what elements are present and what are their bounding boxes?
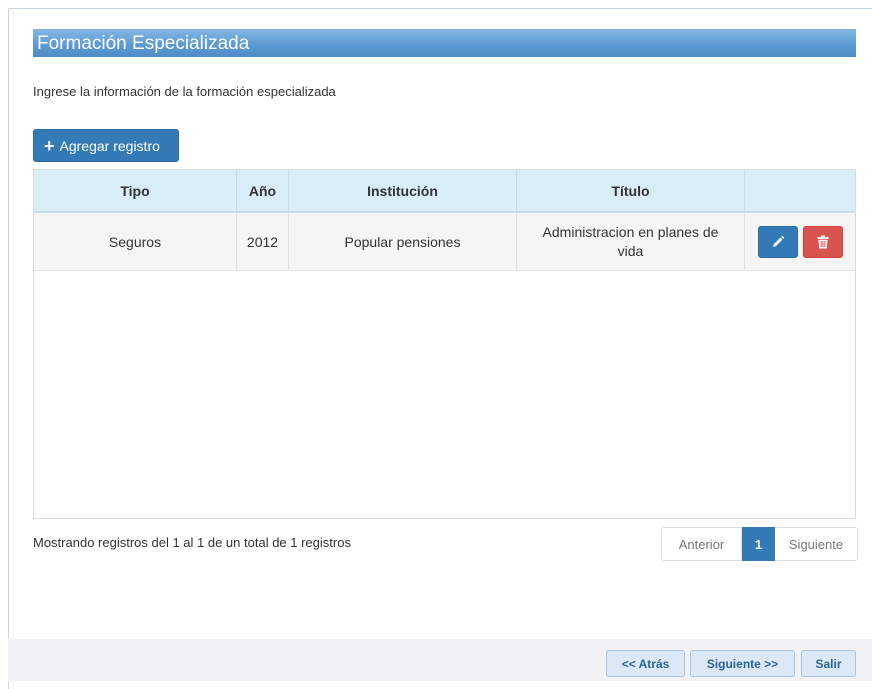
- back-button[interactable]: << Atrás: [606, 650, 685, 677]
- pagination-page-1[interactable]: 1: [742, 527, 775, 561]
- table-row: Seguros 2012 Popular pensiones Administr…: [34, 212, 855, 271]
- pagination-info: Mostrando registros del 1 al 1 de un tot…: [33, 535, 351, 550]
- pagination: Anterior 1 Siguiente: [661, 527, 858, 561]
- pencil-icon: [772, 235, 784, 247]
- cell-actions: [744, 212, 855, 271]
- header-institucion[interactable]: Institución: [288, 170, 517, 213]
- add-record-button[interactable]: + Agregar registro: [33, 129, 179, 162]
- add-record-label: Agregar registro: [59, 137, 160, 154]
- header-titulo[interactable]: Título: [516, 170, 745, 213]
- next-button[interactable]: Siguiente >>: [690, 650, 795, 677]
- header-tipo[interactable]: Tipo: [34, 170, 237, 213]
- cell-institucion: Popular pensiones: [288, 212, 517, 271]
- edit-button[interactable]: [757, 225, 798, 258]
- records-table: Tipo Año Institución Título Seguros 2012…: [33, 169, 856, 519]
- pagination-next[interactable]: Siguiente: [775, 527, 858, 561]
- table-header-row: Tipo Año Institución Título: [34, 170, 855, 213]
- pagination-prev[interactable]: Anterior: [661, 527, 742, 561]
- cell-titulo: Administracion en planes de vida: [516, 212, 745, 271]
- cell-anio: 2012: [236, 212, 289, 271]
- trash-icon: [817, 235, 828, 248]
- header-anio[interactable]: Año: [236, 170, 289, 213]
- delete-button[interactable]: [802, 225, 843, 258]
- section-title: Formación Especializada: [33, 29, 856, 57]
- cell-tipo: Seguros: [34, 212, 237, 271]
- header-actions: [744, 170, 855, 213]
- intro-text: Ingrese la información de la formación e…: [33, 84, 336, 99]
- exit-button[interactable]: Salir: [801, 650, 856, 677]
- plus-icon: +: [44, 135, 55, 156]
